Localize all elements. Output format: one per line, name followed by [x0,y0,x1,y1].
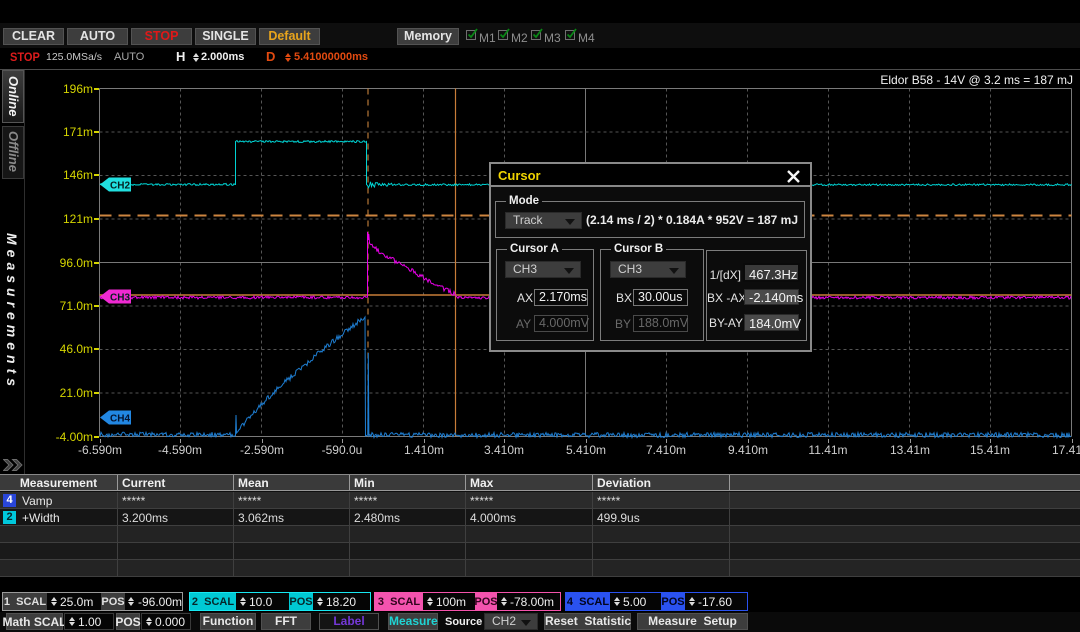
svg-text:CH3: CH3 [110,292,130,303]
svg-text:CH4: CH4 [110,414,130,425]
svg-text:CH2: CH2 [110,181,130,192]
